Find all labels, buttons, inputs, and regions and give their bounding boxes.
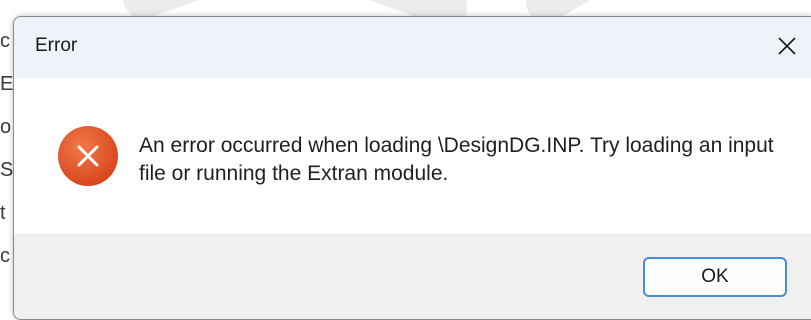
background-window-text: c E o S t c bbox=[0, 20, 14, 278]
dialog-titlebar[interactable]: Error bbox=[14, 17, 811, 78]
close-icon bbox=[778, 37, 796, 55]
dialog-content: An error occurred when loading \DesignDG… bbox=[14, 78, 811, 234]
close-button[interactable] bbox=[768, 27, 806, 65]
error-dialog: Error An error occurred when loading \De… bbox=[13, 16, 811, 320]
background-glyph: c bbox=[0, 30, 10, 52]
background-glyph: c bbox=[0, 245, 10, 267]
ok-button[interactable]: OK bbox=[643, 257, 787, 297]
background-glyph: E bbox=[0, 73, 14, 95]
background-glyph: S bbox=[0, 159, 14, 181]
error-message: An error occurred when loading \DesignDG… bbox=[139, 134, 774, 185]
dialog-footer: OK bbox=[14, 234, 811, 319]
error-icon bbox=[58, 126, 118, 186]
dialog-title: Error bbox=[35, 35, 78, 56]
background-glyph: o bbox=[0, 116, 12, 138]
background-glyph: t bbox=[0, 202, 6, 224]
